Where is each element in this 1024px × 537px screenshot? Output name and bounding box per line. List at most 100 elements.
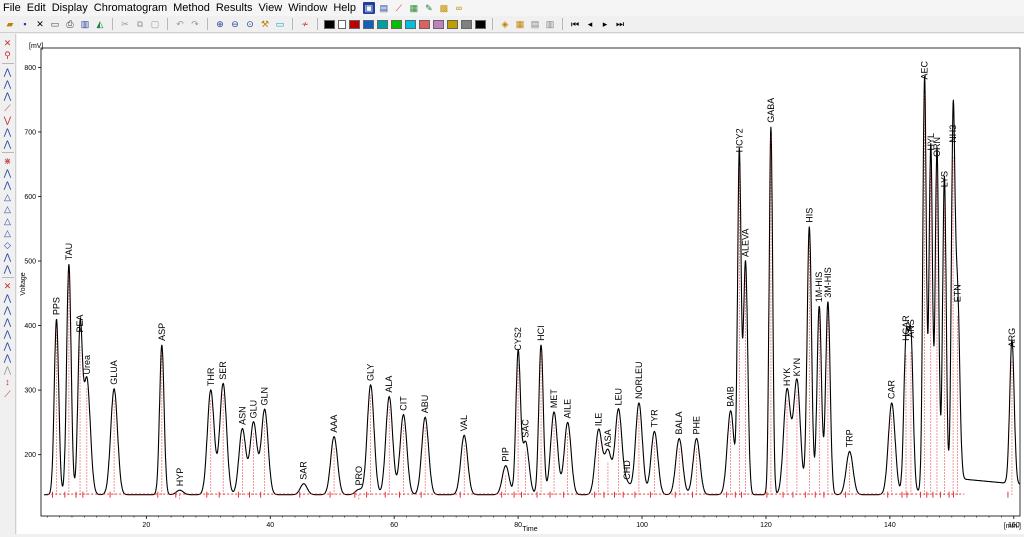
color-swatch[interactable] [447, 19, 458, 29]
peak-end-icon[interactable]: ⋀ [2, 79, 14, 89]
link-icon[interactable]: ∞ [453, 2, 465, 14]
delete-peak-icon[interactable]: ⋀ [2, 168, 14, 178]
marker-icon[interactable]: ◇ [2, 240, 14, 250]
color-swatch[interactable] [419, 19, 430, 29]
report-icon[interactable]: ▤ [378, 2, 390, 14]
table-icon[interactable]: ▦ [408, 2, 420, 14]
save-icon[interactable]: ▪ [19, 18, 31, 30]
previous-icon[interactable]: ◂ [584, 18, 596, 30]
peak-label: GLN [260, 387, 270, 406]
redo-icon[interactable]: ↷ [189, 18, 201, 30]
menu-view[interactable]: View [256, 2, 286, 14]
x-tick-label: 120 [760, 522, 772, 529]
color-swatch[interactable] [338, 19, 346, 29]
peak-label: PEA [75, 314, 85, 332]
toolbar-separator [492, 18, 493, 30]
menu-results[interactable]: Results [213, 2, 256, 14]
zoom-in-icon[interactable]: ⊕ [214, 18, 226, 30]
marker-icon[interactable]: ⋀ [2, 317, 14, 327]
marker-icon[interactable]: △ [2, 216, 14, 226]
marker-icon[interactable]: ✕ [2, 281, 14, 291]
zoom-fit-icon[interactable]: ⊙ [244, 18, 256, 30]
copy-icon[interactable]: ⧉ [134, 18, 146, 30]
graph-icon[interactable]: ⟋ [393, 2, 405, 14]
undo-icon[interactable]: ↶ [174, 18, 186, 30]
tool-icon[interactable]: ⚒ [259, 18, 271, 30]
marker-icon[interactable]: △ [2, 228, 14, 238]
color-swatch[interactable] [349, 19, 360, 29]
legend-icon[interactable]: ▤ [529, 18, 541, 30]
menu-window[interactable]: Window [285, 2, 330, 14]
cursor-icon[interactable]: ✕ [2, 38, 14, 48]
menu-edit[interactable]: Edit [24, 2, 49, 14]
marker-icon[interactable]: ⟋ [2, 389, 14, 399]
menu-chromatogram[interactable]: Chromatogram [91, 2, 170, 14]
tangent-icon[interactable]: ⋀ [2, 139, 14, 149]
peak-label: GLUA [109, 360, 119, 385]
peak-label: HCI [536, 325, 546, 341]
fill-icon[interactable]: △ [2, 204, 14, 214]
baseline-icon[interactable]: ⋀ [2, 91, 14, 101]
peak-label: VAL [459, 415, 469, 431]
info-icon[interactable]: ▣ [362, 2, 375, 14]
color-swatch[interactable] [433, 19, 444, 29]
edit-icon[interactable]: ✎ [423, 2, 435, 14]
color-swatch[interactable] [475, 19, 486, 29]
marker-icon[interactable]: ⋀ [2, 353, 14, 363]
marker-icon[interactable]: ⋀ [2, 365, 14, 375]
paste-icon[interactable]: ▢ [149, 18, 161, 30]
first-icon[interactable]: ⏮ [569, 18, 581, 30]
peak-label: CAR [887, 379, 897, 399]
color-swatch[interactable] [363, 19, 374, 29]
add-peak-icon[interactable]: ⋀ [2, 180, 14, 190]
print-preview-icon[interactable]: ▥ [79, 18, 91, 30]
ref-peak-icon[interactable]: △ [2, 192, 14, 202]
skim-icon[interactable]: ⋇ [2, 156, 14, 166]
export-icon[interactable]: ◭ [94, 18, 106, 30]
menu-help[interactable]: Help [330, 2, 359, 14]
document-icon[interactable]: ▭ [49, 18, 61, 30]
grid-icon[interactable]: ▦ [514, 18, 526, 30]
peak-label: ASP [157, 323, 167, 341]
next-icon[interactable]: ▸ [599, 18, 611, 30]
marker-icon[interactable]: ⋀ [2, 305, 14, 315]
color-swatch[interactable] [377, 19, 388, 29]
peak-start-icon[interactable]: ⋀ [2, 67, 14, 77]
menu-display[interactable]: Display [49, 2, 91, 14]
marker-icon[interactable]: ⋀ [2, 341, 14, 351]
y-tick-label: 500 [24, 259, 36, 266]
marker-icon[interactable]: ⋀ [2, 252, 14, 262]
zoom-out-icon[interactable]: ⊖ [229, 18, 241, 30]
toolbar-separator [292, 18, 293, 30]
valley-icon[interactable]: ⋀ [2, 127, 14, 137]
color-swatch[interactable] [405, 19, 416, 29]
zoom-icon[interactable]: ⚲ [2, 50, 14, 60]
marker-icon[interactable]: ⋀ [2, 293, 14, 303]
color-swatch[interactable] [461, 19, 472, 29]
last-icon[interactable]: ⏭ [614, 18, 626, 30]
x-tick-label: 20 [142, 522, 150, 529]
color-swatch[interactable] [391, 19, 402, 29]
open-icon[interactable]: ▰ [4, 18, 16, 30]
chromatogram-panel[interactable]: [mV] Voltage Time [min.] 200 300 400 500 600… [17, 34, 1024, 534]
comment-icon[interactable]: ▭ [274, 18, 286, 30]
menu-file[interactable]: File [0, 2, 24, 14]
color-swatch[interactable] [324, 19, 335, 29]
marker-icon[interactable]: ⋀ [2, 329, 14, 339]
calc-icon[interactable]: ▩ [438, 2, 450, 14]
peak-label: ALEVA [741, 229, 751, 257]
menu-method[interactable]: Method [170, 2, 213, 14]
y-tick-label: 300 [24, 388, 36, 395]
marker-icon[interactable]: ⋀ [2, 264, 14, 274]
merge-icon[interactable]: ⋁ [2, 115, 14, 125]
layout-icon[interactable]: ▥ [544, 18, 556, 30]
chromatogram-chart[interactable]: [mV] Voltage Time [min.] 200300400500600… [17, 34, 1024, 534]
marker-icon[interactable]: ↕ [2, 377, 14, 387]
close-icon[interactable]: ✕ [34, 18, 46, 30]
peak-marker-icon[interactable]: ◈ [499, 18, 511, 30]
peak-label: AEC [920, 60, 930, 79]
integration-icon[interactable]: ≁ [299, 18, 311, 30]
split-icon[interactable]: ⟋ [2, 103, 14, 113]
cut-icon[interactable]: ✂ [119, 18, 131, 30]
print-icon[interactable]: ⎙ [64, 18, 76, 30]
